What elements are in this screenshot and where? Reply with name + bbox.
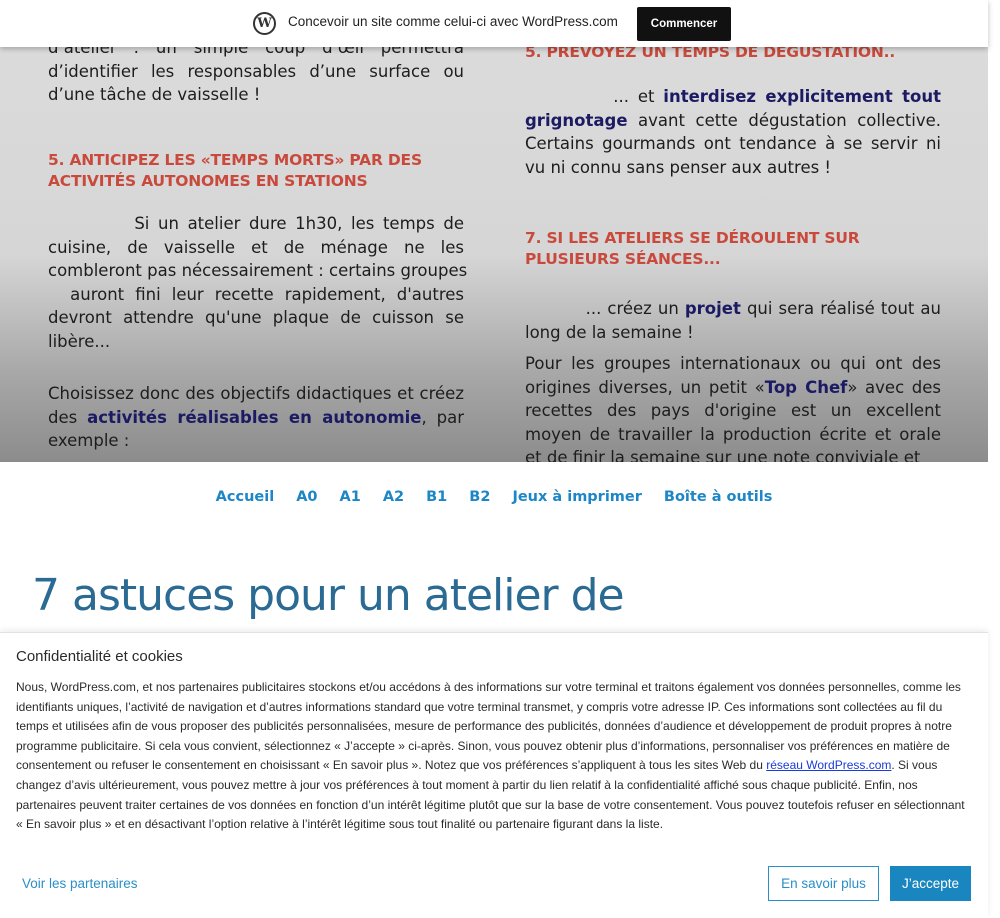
image-text-line: cuisine, de vaisselle et de ménage ne le… (48, 236, 464, 260)
image-text-line: d’identifier les responsables d’une surf… (48, 60, 464, 84)
image-text-line: Certains gourmands ont tendance à se ser… (525, 132, 941, 156)
text-segment: auront fini leur recette rapidement, d'a… (48, 284, 464, 304)
text-segment: combleront pas nécessairement : certains… (48, 261, 468, 281)
view-partners-link[interactable]: Voir les partenaires (22, 876, 138, 891)
highlighted-text: projet (684, 299, 741, 318)
image-text-line: origines diverses, un petit «Top Chef» a… (525, 376, 941, 400)
image-text-line: combleront pas nécessairement : certains… (48, 259, 468, 283)
image-paragraph: ... créez un projet qui sera réalisé tou… (525, 297, 941, 344)
text-segment: avant cette dégustation collective. (627, 110, 941, 130)
text-segment: d’identifier les responsables d’une surf… (48, 61, 464, 81)
image-text-line: libère... (48, 330, 464, 354)
image-text-line: devront attendre qu'une plaque de cuisso… (48, 306, 464, 330)
text-segment: » avec des (847, 377, 942, 397)
image-text-line: des activités réalisables en autonomie, … (48, 406, 464, 430)
image-text-line: d’une tâche de vaisselle ! (48, 83, 464, 107)
text-segment: vu ni connu sans penser aux autres ! (525, 157, 832, 177)
nav-item[interactable]: B1 (426, 489, 447, 505)
text-segment: libère... (48, 331, 111, 351)
image-section-heading: 5. ANTICIPEZ LES «TEMPS MORTS» PAR DES A… (48, 151, 422, 190)
cookie-body: Nous, WordPress.com, et nos partenaires … (16, 678, 971, 835)
image-text-line: Pour les groupes internationaux ou qui o… (525, 352, 941, 376)
image-text-line: grignotage avant cette dégustation colle… (525, 109, 941, 133)
nav-item[interactable]: Boîte à outils (664, 489, 772, 505)
image-paragraph: Choisissez donc des objectifs didactique… (48, 382, 464, 453)
image-text-line: recettes des pays d'origine est un excel… (525, 399, 941, 423)
nav-item[interactable]: Accueil (216, 489, 275, 505)
image-text-line: et de finir la semaine sur une note conv… (525, 446, 941, 462)
accept-button[interactable]: J’accepte (890, 866, 971, 901)
text-segment: Si un atelier dure 1h30, les temps de (48, 214, 464, 233)
text-segment: moyen de travailler la production écrite… (525, 424, 941, 444)
nav-item[interactable]: Jeux à imprimer (512, 489, 641, 505)
image-paragraph: Pour les groupes internationaux ou qui o… (525, 352, 941, 462)
nav-item[interactable]: B2 (469, 489, 490, 505)
image-paragraph: ... et interdisez explicitement tout grig… (525, 85, 941, 179)
highlighted-text: activités réalisables en autonomie (87, 407, 422, 427)
text-segment: ... et (525, 87, 664, 106)
image-text-line: long de la semaine ! (525, 321, 941, 345)
cookie-title: Confidentialité et cookies (16, 648, 183, 665)
nav-item[interactable]: A2 (383, 489, 404, 505)
image-text-line: moyen de travailler la production écrite… (525, 423, 941, 447)
highlighted-text: grignotage (525, 110, 628, 130)
image-section-heading: 7. SI LES ATELIERS SE DÉROULENT SUR PLUS… (525, 229, 860, 268)
image-text-line: vu ni connu sans penser aux autres ! (525, 156, 941, 180)
text-segment: et de finir la semaine sur une note conv… (525, 448, 921, 462)
text-segment: cuisine, de vaisselle et de ménage ne le… (48, 237, 464, 257)
text-segment: devront attendre qu'une plaque de cuisso… (48, 308, 464, 328)
text-segment: des (48, 407, 88, 427)
text-segment: origines diverses, un petit « (525, 377, 765, 397)
image-text-line: exemple : (48, 429, 464, 453)
nav-item[interactable]: A0 (296, 489, 317, 505)
image-text-line: Si un atelier dure 1h30, les temps de (48, 212, 464, 236)
text-segment: recettes des pays d'origine est un excel… (525, 401, 941, 421)
text-segment: Choisissez donc des objectifs didactique… (48, 384, 464, 403)
text-segment: Certains gourmands ont tendance à se ser… (525, 134, 941, 154)
text-segment: qui sera réalisé tout au (740, 299, 941, 318)
text-segment: d’une tâche de vaisselle ! (48, 85, 261, 105)
image-text-line: Choisissez donc des objectifs didactique… (48, 382, 464, 406)
text-segment: ... créez un (525, 299, 685, 318)
wordpress-promo-bar: W Concevoir un site comme celui-ci avec … (0, 0, 988, 47)
highlighted-text: interdisez explicitement tout (663, 87, 941, 106)
wordpress-logo-icon: W (253, 12, 276, 35)
text-segment: exemple : (48, 431, 130, 451)
learn-more-button[interactable]: En savoir plus (768, 866, 879, 901)
post-title: 7 astuces pour un atelier de (32, 570, 625, 621)
image-paragraph: Si un atelier dure 1h30, les temps de cui… (48, 212, 468, 354)
image-text-line: auront fini leur recette rapidement, d'a… (48, 283, 464, 307)
highlighted-text: Top Chef (764, 377, 848, 397)
start-button[interactable]: Commencer (637, 7, 731, 41)
promo-text: Concevoir un site comme celui-ci avec Wo… (288, 14, 618, 29)
nav-item[interactable]: A1 (340, 489, 361, 505)
article-header-image: d’atelier : un simple coup d’œil permett… (0, 0, 988, 462)
wordpress-network-link[interactable]: réseau WordPress.com (766, 758, 891, 772)
text-segment: Pour les groupes internationaux ou qui o… (525, 354, 941, 373)
text-segment: , par (421, 407, 465, 427)
cookie-consent-banner: Confidentialité et cookies Nous, WordPre… (0, 632, 988, 918)
image-text-line: ... créez un projet qui sera réalisé tou… (525, 297, 941, 321)
main-navigation: Accueil A0 A1 A2 B1 B2 Jeux à imprimer Boîte à … (0, 489, 988, 505)
image-text-line: ... et interdisez explicitement tout (525, 85, 941, 109)
text-segment: long de la semaine ! (525, 322, 694, 342)
